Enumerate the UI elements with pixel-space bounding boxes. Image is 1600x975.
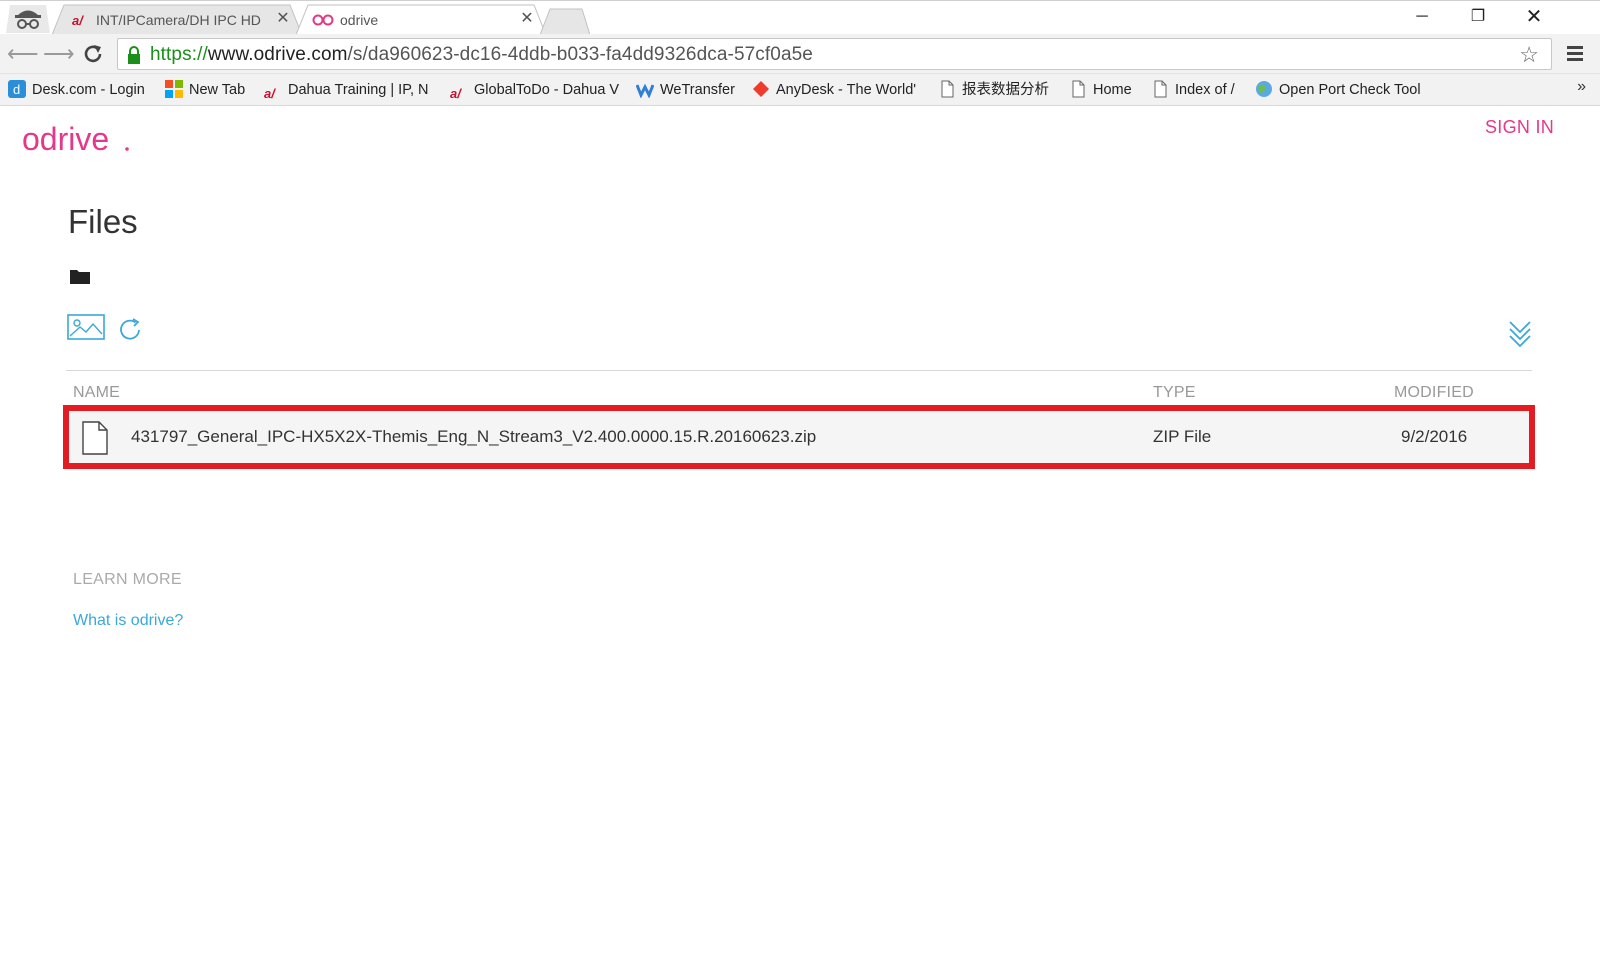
dahua-icon: a/ bbox=[264, 86, 275, 101]
bookmark-item[interactable]: Open Port Check Tool bbox=[1255, 79, 1455, 101]
restore-button[interactable]: ❐ bbox=[1456, 3, 1500, 31]
browser-toolbar: ⟵ ⟶ https://www.odrive.com/s/da960623-dc… bbox=[0, 34, 1600, 74]
bookmark-item[interactable]: WeTransfer bbox=[636, 79, 735, 101]
learn-more-heading: LEARN MORE bbox=[73, 571, 182, 588]
close-window-button[interactable]: ✕ bbox=[1512, 3, 1556, 31]
address-bar[interactable]: https://www.odrive.com/s/da960623-dc16-4… bbox=[117, 38, 1552, 70]
wetransfer-icon bbox=[636, 83, 654, 98]
bookmark-item[interactable]: d Desk.com - Login bbox=[8, 79, 145, 101]
page-icon bbox=[941, 80, 954, 98]
bookmark-label: GlobalToDo - Dahua V bbox=[474, 82, 620, 98]
bookmark-label: Dahua Training | IP, N bbox=[288, 82, 429, 98]
what-is-odrive-link[interactable]: What is odrive? bbox=[73, 612, 183, 630]
tab-title: odrive bbox=[340, 12, 379, 28]
bookmark-label: New Tab bbox=[189, 82, 246, 98]
page-icon bbox=[1072, 80, 1085, 98]
odrive-logo[interactable]: odrive bbox=[22, 120, 132, 160]
tab-ipcamera[interactable]: a/ INT/IPCamera/DH IPC HD ✕ bbox=[52, 4, 302, 35]
lock-icon bbox=[128, 46, 140, 64]
bookmark-item[interactable]: Index of / bbox=[1151, 79, 1235, 101]
folder-icon[interactable] bbox=[70, 268, 90, 284]
bookmark-label: 报表数据分析 bbox=[962, 82, 1049, 98]
page-icon bbox=[1154, 80, 1167, 98]
refresh-icon[interactable] bbox=[116, 316, 144, 344]
bookmark-label: Index of / bbox=[1175, 82, 1235, 98]
file-type: ZIP File bbox=[1153, 427, 1212, 446]
minimize-button[interactable]: ─ bbox=[1400, 3, 1444, 31]
close-icon[interactable]: ✕ bbox=[518, 10, 536, 28]
bookmark-item[interactable]: a/GlobalToDo - Dahua V bbox=[450, 79, 630, 101]
page-title: Files bbox=[68, 203, 138, 240]
anydesk-icon bbox=[753, 81, 769, 97]
globe-icon bbox=[1256, 81, 1272, 97]
svg-text:d: d bbox=[13, 82, 20, 97]
tab-strip: a/ INT/IPCamera/DH IPC HD ✕ odrive ✕ ─ ❐… bbox=[0, 0, 1600, 35]
url-scheme: https:// bbox=[150, 44, 208, 65]
incognito-icon bbox=[6, 5, 50, 33]
bookmark-item[interactable]: 报表数据分析 bbox=[938, 79, 1049, 101]
tab-odrive[interactable]: odrive ✕ bbox=[296, 4, 546, 35]
bookmark-label: WeTransfer bbox=[660, 82, 735, 98]
bookmark-item[interactable]: a/Dahua Training | IP, N bbox=[264, 79, 444, 101]
sign-in-link[interactable]: SIGN IN bbox=[1485, 117, 1554, 138]
download-all-icon[interactable] bbox=[1508, 319, 1532, 349]
dahua-icon: a/ bbox=[450, 86, 461, 101]
tab-title: INT/IPCamera/DH IPC HD bbox=[96, 12, 261, 28]
close-icon[interactable]: ✕ bbox=[274, 10, 292, 28]
odrive-icon bbox=[312, 14, 334, 26]
file-row[interactable]: 431797_General_IPC-HX5X2X-Themis_Eng_N_S… bbox=[66, 408, 1532, 466]
dahua-icon: a/ bbox=[72, 13, 83, 28]
file-name[interactable]: 431797_General_IPC-HX5X2X-Themis_Eng_N_S… bbox=[131, 427, 816, 447]
bookmark-label: AnyDesk - The World' bbox=[776, 82, 917, 98]
reload-button[interactable] bbox=[82, 43, 104, 65]
more-bookmarks-button[interactable]: » bbox=[1577, 78, 1586, 96]
url-text[interactable]: https://www.odrive.com/s/da960623-dc16-4… bbox=[150, 44, 813, 66]
column-header-name[interactable]: NAME bbox=[73, 384, 120, 402]
star-icon[interactable]: ☆ bbox=[1519, 42, 1539, 68]
bookmarks-bar: d Desk.com - Login New Tab a/Dahua Traini… bbox=[0, 74, 1600, 106]
new-tab-button[interactable] bbox=[540, 8, 590, 35]
back-button[interactable]: ⟵ bbox=[7, 40, 39, 68]
url-host: www.odrive.com bbox=[207, 44, 348, 65]
bookmark-label: Home bbox=[1093, 82, 1132, 98]
browser-chrome: a/ INT/IPCamera/DH IPC HD ✕ odrive ✕ ─ ❐… bbox=[0, 0, 1600, 106]
bookmark-label: Desk.com - Login bbox=[32, 82, 145, 98]
bookmark-item[interactable]: AnyDesk - The World' bbox=[752, 79, 932, 101]
windows-icon bbox=[165, 80, 183, 98]
gallery-icon[interactable] bbox=[67, 314, 105, 340]
file-modified: 9/2/2016 bbox=[1401, 427, 1468, 446]
file-icon bbox=[82, 421, 108, 455]
divider bbox=[66, 370, 1532, 371]
url-path: /s/da960623-dc16-4ddb-b033-fa4dd9326dca-… bbox=[347, 44, 813, 65]
bookmark-item[interactable]: New Tab bbox=[165, 79, 245, 101]
column-header-modified[interactable]: MODIFIED bbox=[1394, 384, 1474, 402]
menu-icon[interactable] bbox=[1564, 42, 1586, 64]
forward-button[interactable]: ⟶ bbox=[43, 40, 75, 68]
column-header-type[interactable]: TYPE bbox=[1153, 384, 1196, 402]
bookmark-item[interactable]: Home bbox=[1069, 79, 1132, 101]
logo-text: odrive bbox=[22, 121, 109, 157]
bookmark-label: Open Port Check Tool bbox=[1279, 82, 1421, 98]
desk-icon: d bbox=[8, 80, 26, 98]
